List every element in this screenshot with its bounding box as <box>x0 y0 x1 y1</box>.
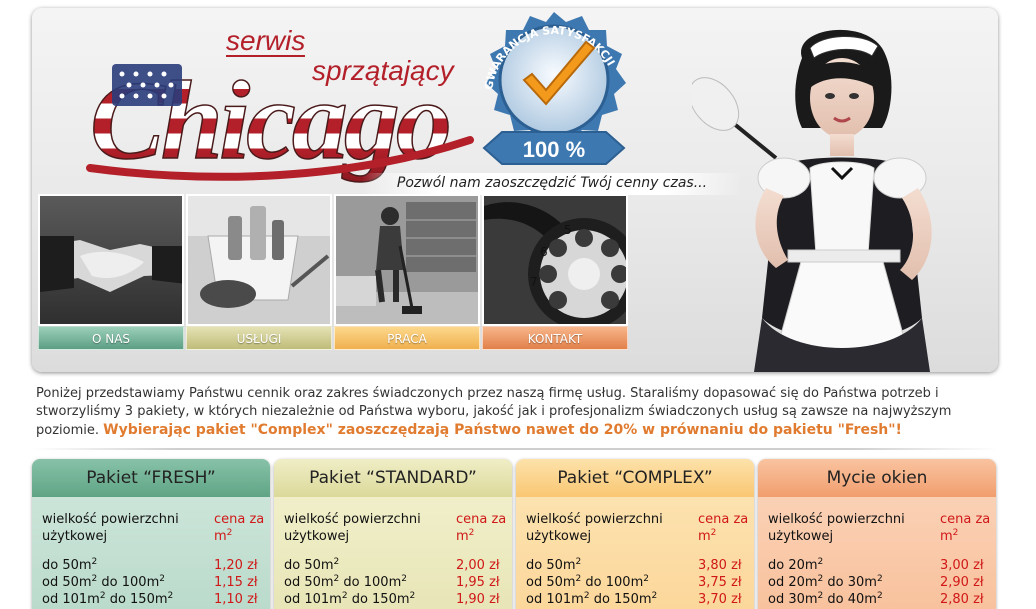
price-table: wielkość powierzchni użytkowej cena za m… <box>284 511 506 608</box>
price-value: 1,10 zł <box>214 592 258 607</box>
nav-item-label: PRACA <box>334 326 480 350</box>
price-row: od 30m2 do 40m2 2,80 zł <box>768 591 984 608</box>
price-value: 2,00 zł <box>456 558 500 573</box>
price-table: wielkość powierzchni użytkowej cena za m… <box>42 511 264 608</box>
intro-paragraph: Poniżej przedstawiamy Państwu cennik ora… <box>36 385 986 440</box>
price-row: od 20m2 do 30m2 2,90 zł <box>768 574 984 591</box>
price-value: 2,80 zł <box>940 592 984 607</box>
nav-item-label: USŁUGI <box>186 326 332 350</box>
price-row: od 50m2 do 100m2 3,75 zł <box>526 574 742 591</box>
nav-item-label: O NAS <box>38 326 184 350</box>
chicago-logo[interactable]: serwis sprzątający Chicago <box>50 10 480 188</box>
area-column-label: wielkość powierzchni użytkowej <box>284 512 421 544</box>
svg-text:6: 6 <box>540 245 548 259</box>
price-value: 3,80 zł <box>698 558 742 573</box>
package-title: Pakiet “FRESH” <box>32 459 270 497</box>
package-title: Pakiet “COMPLEX” <box>516 459 754 497</box>
price-column-label: cena za m2 <box>214 512 265 544</box>
price-column-label: cena za m2 <box>940 512 991 544</box>
price-row: do 20m2 3,00 zł <box>768 557 984 574</box>
price-column-label: cena za m2 <box>698 512 749 544</box>
package-title: Mycie okien <box>758 459 996 497</box>
price-value: 3,75 zł <box>698 575 742 590</box>
price-value: 1,20 zł <box>214 558 258 573</box>
package-window-cleaning: Mycie okien wielkość powierzchni użytkow… <box>758 459 996 609</box>
slogan: Pozwól nam zaoszczędzić Twój cenny czas.… <box>362 173 742 195</box>
price-value: 3,00 zł <box>940 558 984 573</box>
price-table-header: wielkość powierzchni użytkowej cena za m… <box>526 511 748 545</box>
svg-text:7: 7 <box>530 275 538 289</box>
price-row: od 101m2 do 150m2 1,90 zł <box>284 591 500 608</box>
price-table-header: wielkość powierzchni użytkowej cena za m… <box>42 511 264 545</box>
price-value: 3,70 zł <box>698 592 742 607</box>
vacuuming-photo-icon <box>334 194 480 326</box>
nav-item-o-nas[interactable]: O NAS <box>38 194 184 350</box>
price-row: do 50m2 2,00 zł <box>284 557 500 574</box>
price-row: do 50m2 1,20 zł <box>42 557 258 574</box>
price-table-header: wielkość powierzchni użytkowej cena za m… <box>284 511 506 545</box>
nav-item-label: KONTAKT <box>482 326 628 350</box>
price-table-header: wielkość powierzchni użytkowej cena za m… <box>768 511 990 545</box>
main-nav: O NAS USŁUGI PRACA 5 6 7 KONTAKT <box>38 194 628 350</box>
nav-item-praca[interactable]: PRACA <box>334 194 480 350</box>
package-title: Pakiet “STANDARD” <box>274 459 512 497</box>
satisfaction-badge-icon: GWARANCJA SATYSFAKCJI 100 % <box>482 12 626 165</box>
price-value: 2,90 zł <box>940 575 984 590</box>
price-row: od 101m2 do 150m2 3,70 zł <box>526 591 742 608</box>
package-complex: Pakiet “COMPLEX” wielkość powierzchni uż… <box>516 459 754 609</box>
price-column-label: cena za m2 <box>456 512 507 544</box>
chicago-logo-art: serwis sprzątający Chicago <box>86 25 474 184</box>
price-row: od 50m2 do 100m2 1,95 zł <box>284 574 500 591</box>
price-row: od 101m2 do 150m2 1,10 zł <box>42 591 258 608</box>
maid-photo-icon <box>688 29 932 372</box>
price-value: 1,90 zł <box>456 592 500 607</box>
rotary-phone-photo-icon: 5 6 7 <box>482 194 628 326</box>
price-row: do 50m2 3,80 zł <box>526 557 742 574</box>
nav-item-kontakt[interactable]: 5 6 7 KONTAKT <box>482 194 628 350</box>
satisfaction-badge: GWARANCJA SATYSFAKCJI 100 % <box>454 8 654 178</box>
price-table: wielkość powierzchni użytkowej cena za m… <box>768 511 990 608</box>
package-standard: Pakiet “STANDARD” wielkość powierzchni u… <box>274 459 512 609</box>
svg-text:serwis: serwis <box>226 25 305 56</box>
package-fresh: Pakiet “FRESH” wielkość powierzchni użyt… <box>32 459 270 609</box>
price-table: wielkość powierzchni użytkowej cena za m… <box>526 511 748 608</box>
svg-text:100 %: 100 % <box>523 137 585 162</box>
area-column-label: wielkość powierzchni użytkowej <box>526 512 663 544</box>
section-divider <box>32 448 998 450</box>
pricing-section: Pakiet “FRESH” wielkość powierzchni użyt… <box>32 459 998 609</box>
price-value: 1,15 zł <box>214 575 258 590</box>
price-row: od 50m2 do 100m2 1,15 zł <box>42 574 258 591</box>
price-value: 1,95 zł <box>456 575 500 590</box>
area-column-label: wielkość powierzchni użytkowej <box>42 512 179 544</box>
handshake-photo-icon <box>38 194 184 326</box>
svg-text:5: 5 <box>564 223 572 237</box>
area-column-label: wielkość powierzchni użytkowej <box>768 512 905 544</box>
nav-item-uslugi[interactable]: USŁUGI <box>186 194 332 350</box>
maid-illustration <box>688 18 998 372</box>
promo-highlight: Wybierając pakiet "Complex" zaoszczędzaj… <box>103 422 902 438</box>
cleaning-supplies-photo-icon <box>186 194 332 326</box>
